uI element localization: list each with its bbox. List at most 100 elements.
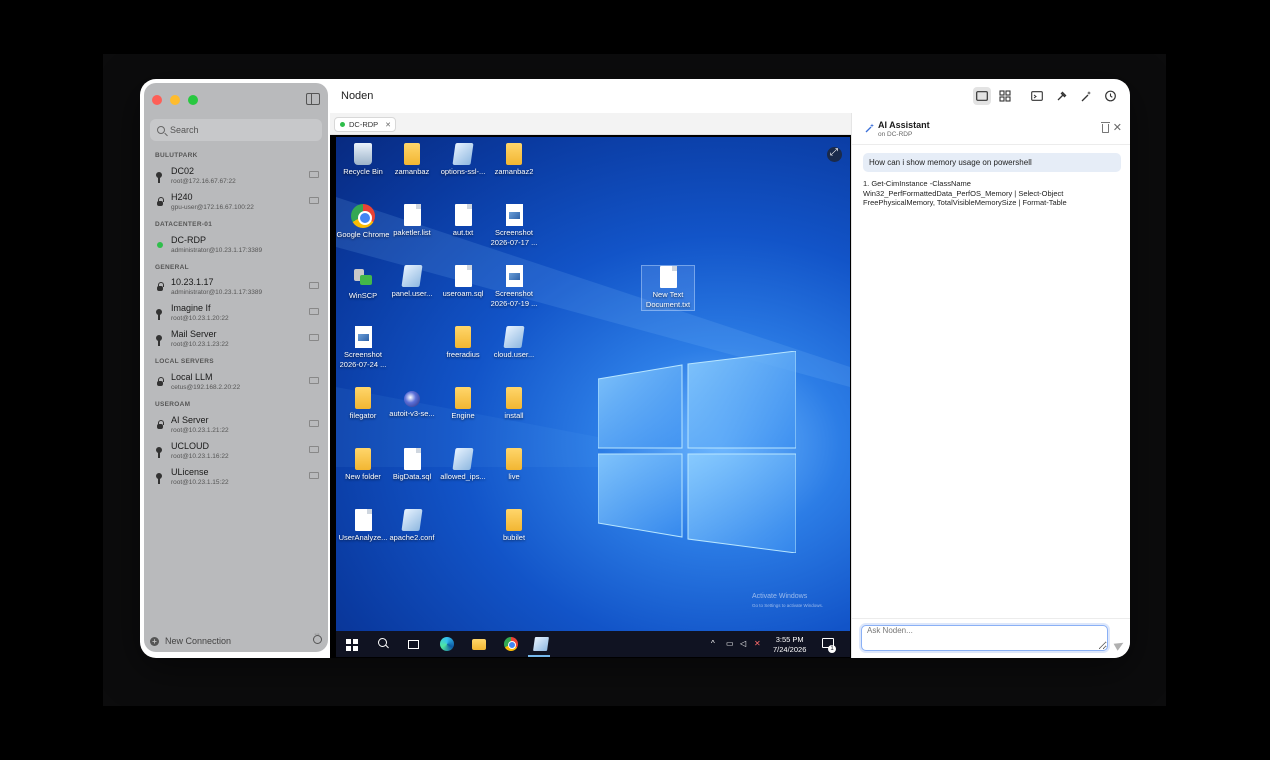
ai-assistant-panel: AI Assistant on DC-RDP ✕ How can i show … xyxy=(851,113,1130,658)
desktop-icon-file[interactable]: apache2.conf xyxy=(385,509,439,543)
desktop-icon-folder[interactable]: zamanbaz2 xyxy=(487,143,541,177)
desktop-icon-file[interactable]: cloud.user... xyxy=(487,326,541,360)
desktop-icon-screenshot[interactable]: Screenshot 2026-07-17 ... xyxy=(487,204,541,248)
close-tab-icon[interactable]: ✕ xyxy=(385,121,391,129)
search-input[interactable] xyxy=(170,125,310,135)
history-button[interactable] xyxy=(1101,87,1119,105)
hammer-button[interactable] xyxy=(1053,87,1071,105)
tab-dc-rdp[interactable]: DC-RDP ✕ xyxy=(334,117,396,132)
desktop-icon-screenshot[interactable]: Screenshot 2026-07-19 ... xyxy=(487,265,541,309)
folder-icon xyxy=(455,326,471,348)
desktop-icon-screenshot[interactable]: Screenshot 2026-07-24 ... xyxy=(336,326,390,370)
desktop-icon-recycle-bin[interactable]: Recycle Bin xyxy=(336,143,390,177)
connection-name: H240 xyxy=(171,192,193,202)
desktop-icon-folder[interactable]: bubilet xyxy=(487,509,541,543)
folder-icon[interactable] xyxy=(309,334,319,341)
chrome-icon[interactable] xyxy=(504,637,518,651)
close-panel-icon[interactable]: ✕ xyxy=(1113,121,1122,134)
terminal-button[interactable] xyxy=(1028,87,1046,105)
desktop-icon-folder[interactable]: install xyxy=(487,387,541,421)
grid-view-button[interactable] xyxy=(996,87,1014,105)
desktop-icon-label: cloud.user... xyxy=(493,350,535,359)
connection-10-23-1-17[interactable]: 10.23.1.17 administrator@10.23.1.17:3389 xyxy=(150,274,322,300)
desktop-icon-file[interactable]: UserAnalyze... xyxy=(336,509,390,543)
more-options-icon[interactable] xyxy=(313,631,322,644)
desktop-icon-winscp[interactable]: WinSCP xyxy=(336,265,390,301)
desktop-icon-label: aut.txt xyxy=(452,228,474,237)
edge-icon[interactable] xyxy=(440,637,454,651)
desktop-icon-file[interactable]: BigData.sql xyxy=(385,448,439,482)
connection-address: root@10.23.1.20:22 xyxy=(171,315,229,322)
minimize-window-button[interactable] xyxy=(170,95,180,105)
folder-icon xyxy=(404,143,420,165)
security-alert-icon[interactable]: ✕ xyxy=(754,639,761,648)
folder-icon[interactable] xyxy=(309,171,319,178)
key-icon xyxy=(156,172,164,183)
connection-local-llm[interactable]: Local LLM cetus@192.168.2.20:22 xyxy=(150,369,322,395)
desktop-icon-folder[interactable]: zamanbaz xyxy=(385,143,439,177)
windows-start-icon[interactable] xyxy=(346,639,358,651)
connection-ulicense[interactable]: ULicense root@10.23.1.15:22 xyxy=(150,464,322,490)
connection-imagine-if[interactable]: Imagine If root@10.23.1.20:22 xyxy=(150,300,322,326)
connection-address: root@10.23.1.23:22 xyxy=(171,341,229,348)
connection-mail-server[interactable]: Mail Server root@10.23.1.23:22 xyxy=(150,326,322,352)
notepad-file-icon xyxy=(452,143,474,165)
desktop-icon-file[interactable]: panel.user... xyxy=(385,265,439,299)
desktop-icon-file[interactable]: options-ssl-... xyxy=(436,143,490,177)
fullscreen-toggle-icon[interactable] xyxy=(827,147,842,162)
desktop-icon-folder[interactable]: freeradius xyxy=(436,326,490,360)
desktop-icon-label: Screenshot 2026-07-19 ... xyxy=(490,289,538,308)
zoom-window-button[interactable] xyxy=(188,95,198,105)
desktop-icon-file[interactable]: paketler.list xyxy=(385,204,439,238)
folder-icon[interactable] xyxy=(309,472,319,479)
desktop-icon-autoit[interactable]: autoit-v3-se... xyxy=(385,387,439,419)
recycle-bin-icon xyxy=(354,143,372,165)
task-view-icon[interactable] xyxy=(408,640,419,649)
folder-icon[interactable] xyxy=(309,420,319,427)
connection-ucloud[interactable]: UCLOUD root@10.23.1.16:22 xyxy=(150,438,322,464)
desktop-icon-label: autoit-v3-se... xyxy=(389,409,435,418)
desktop-icon-label: allowed_ips... xyxy=(440,472,486,481)
new-connection-button[interactable]: + New Connection xyxy=(150,636,231,646)
desktop-icon-label: New Text Document.txt xyxy=(645,290,691,309)
folder-icon[interactable] xyxy=(309,282,319,289)
desktop-icon-label: Recycle Bin xyxy=(343,167,383,176)
connection-dc-rdp[interactable]: DC-RDP administrator@10.23.1.17:3389 xyxy=(150,232,322,258)
trash-icon[interactable] xyxy=(1101,122,1110,133)
close-window-button[interactable] xyxy=(152,95,162,105)
desktop-icon-selected-file[interactable]: New Text Document.txt xyxy=(641,265,695,311)
tab-label: DC-RDP xyxy=(349,120,379,129)
desktop-icon-file[interactable]: aut.txt xyxy=(436,204,490,238)
taskbar-clock[interactable]: 3:55 PM 7/24/2026 xyxy=(773,635,806,655)
send-icon[interactable] xyxy=(1113,639,1126,651)
folder-icon[interactable] xyxy=(309,446,319,453)
text-file-icon xyxy=(454,204,472,226)
single-view-button[interactable] xyxy=(973,87,991,105)
ai-assistant-button[interactable] xyxy=(1077,87,1095,105)
single-view-icon xyxy=(976,91,988,101)
desktop-icon-label: freeradius xyxy=(446,350,480,359)
desktop-icon-file[interactable]: useroam.sql xyxy=(436,265,490,299)
connection-h240[interactable]: H240 gpu-user@172.16.67.100:22 xyxy=(150,189,322,215)
remote-desktop-view[interactable]: Recycle Bin zamanbaz options-ssl-... zam… xyxy=(330,135,851,658)
windows-desktop[interactable]: Recycle Bin zamanbaz options-ssl-... zam… xyxy=(336,137,850,631)
tray-overflow-chevron-icon[interactable]: ^ xyxy=(711,639,715,648)
desktop-icon-folder[interactable]: Engine xyxy=(436,387,490,421)
desktop-icon-folder[interactable]: live xyxy=(487,448,541,482)
connection-ai-server[interactable]: AI Server root@10.23.1.21:22 xyxy=(150,412,322,438)
network-icon[interactable]: ▭ xyxy=(726,639,734,648)
folder-icon[interactable] xyxy=(309,308,319,315)
folder-icon[interactable] xyxy=(309,377,319,384)
connection-dc02[interactable]: DC02 root@172.16.67.67:22 xyxy=(150,163,322,189)
folder-icon[interactable] xyxy=(309,197,319,204)
desktop-icon-folder[interactable]: New folder xyxy=(336,448,390,482)
file-explorer-icon[interactable] xyxy=(472,639,486,650)
sidebar-toggle-icon[interactable] xyxy=(306,93,320,105)
desktop-icon-folder[interactable]: filegator xyxy=(336,387,390,421)
volume-icon[interactable]: ◁ xyxy=(740,639,746,648)
taskbar-search-icon[interactable] xyxy=(376,637,390,651)
ai-prompt-input[interactable] xyxy=(861,625,1108,651)
desktop-icon-chrome[interactable]: Google Chrome xyxy=(336,204,390,240)
notepad-icon[interactable] xyxy=(533,637,549,651)
desktop-icon-file[interactable]: allowed_ips... xyxy=(436,448,490,482)
